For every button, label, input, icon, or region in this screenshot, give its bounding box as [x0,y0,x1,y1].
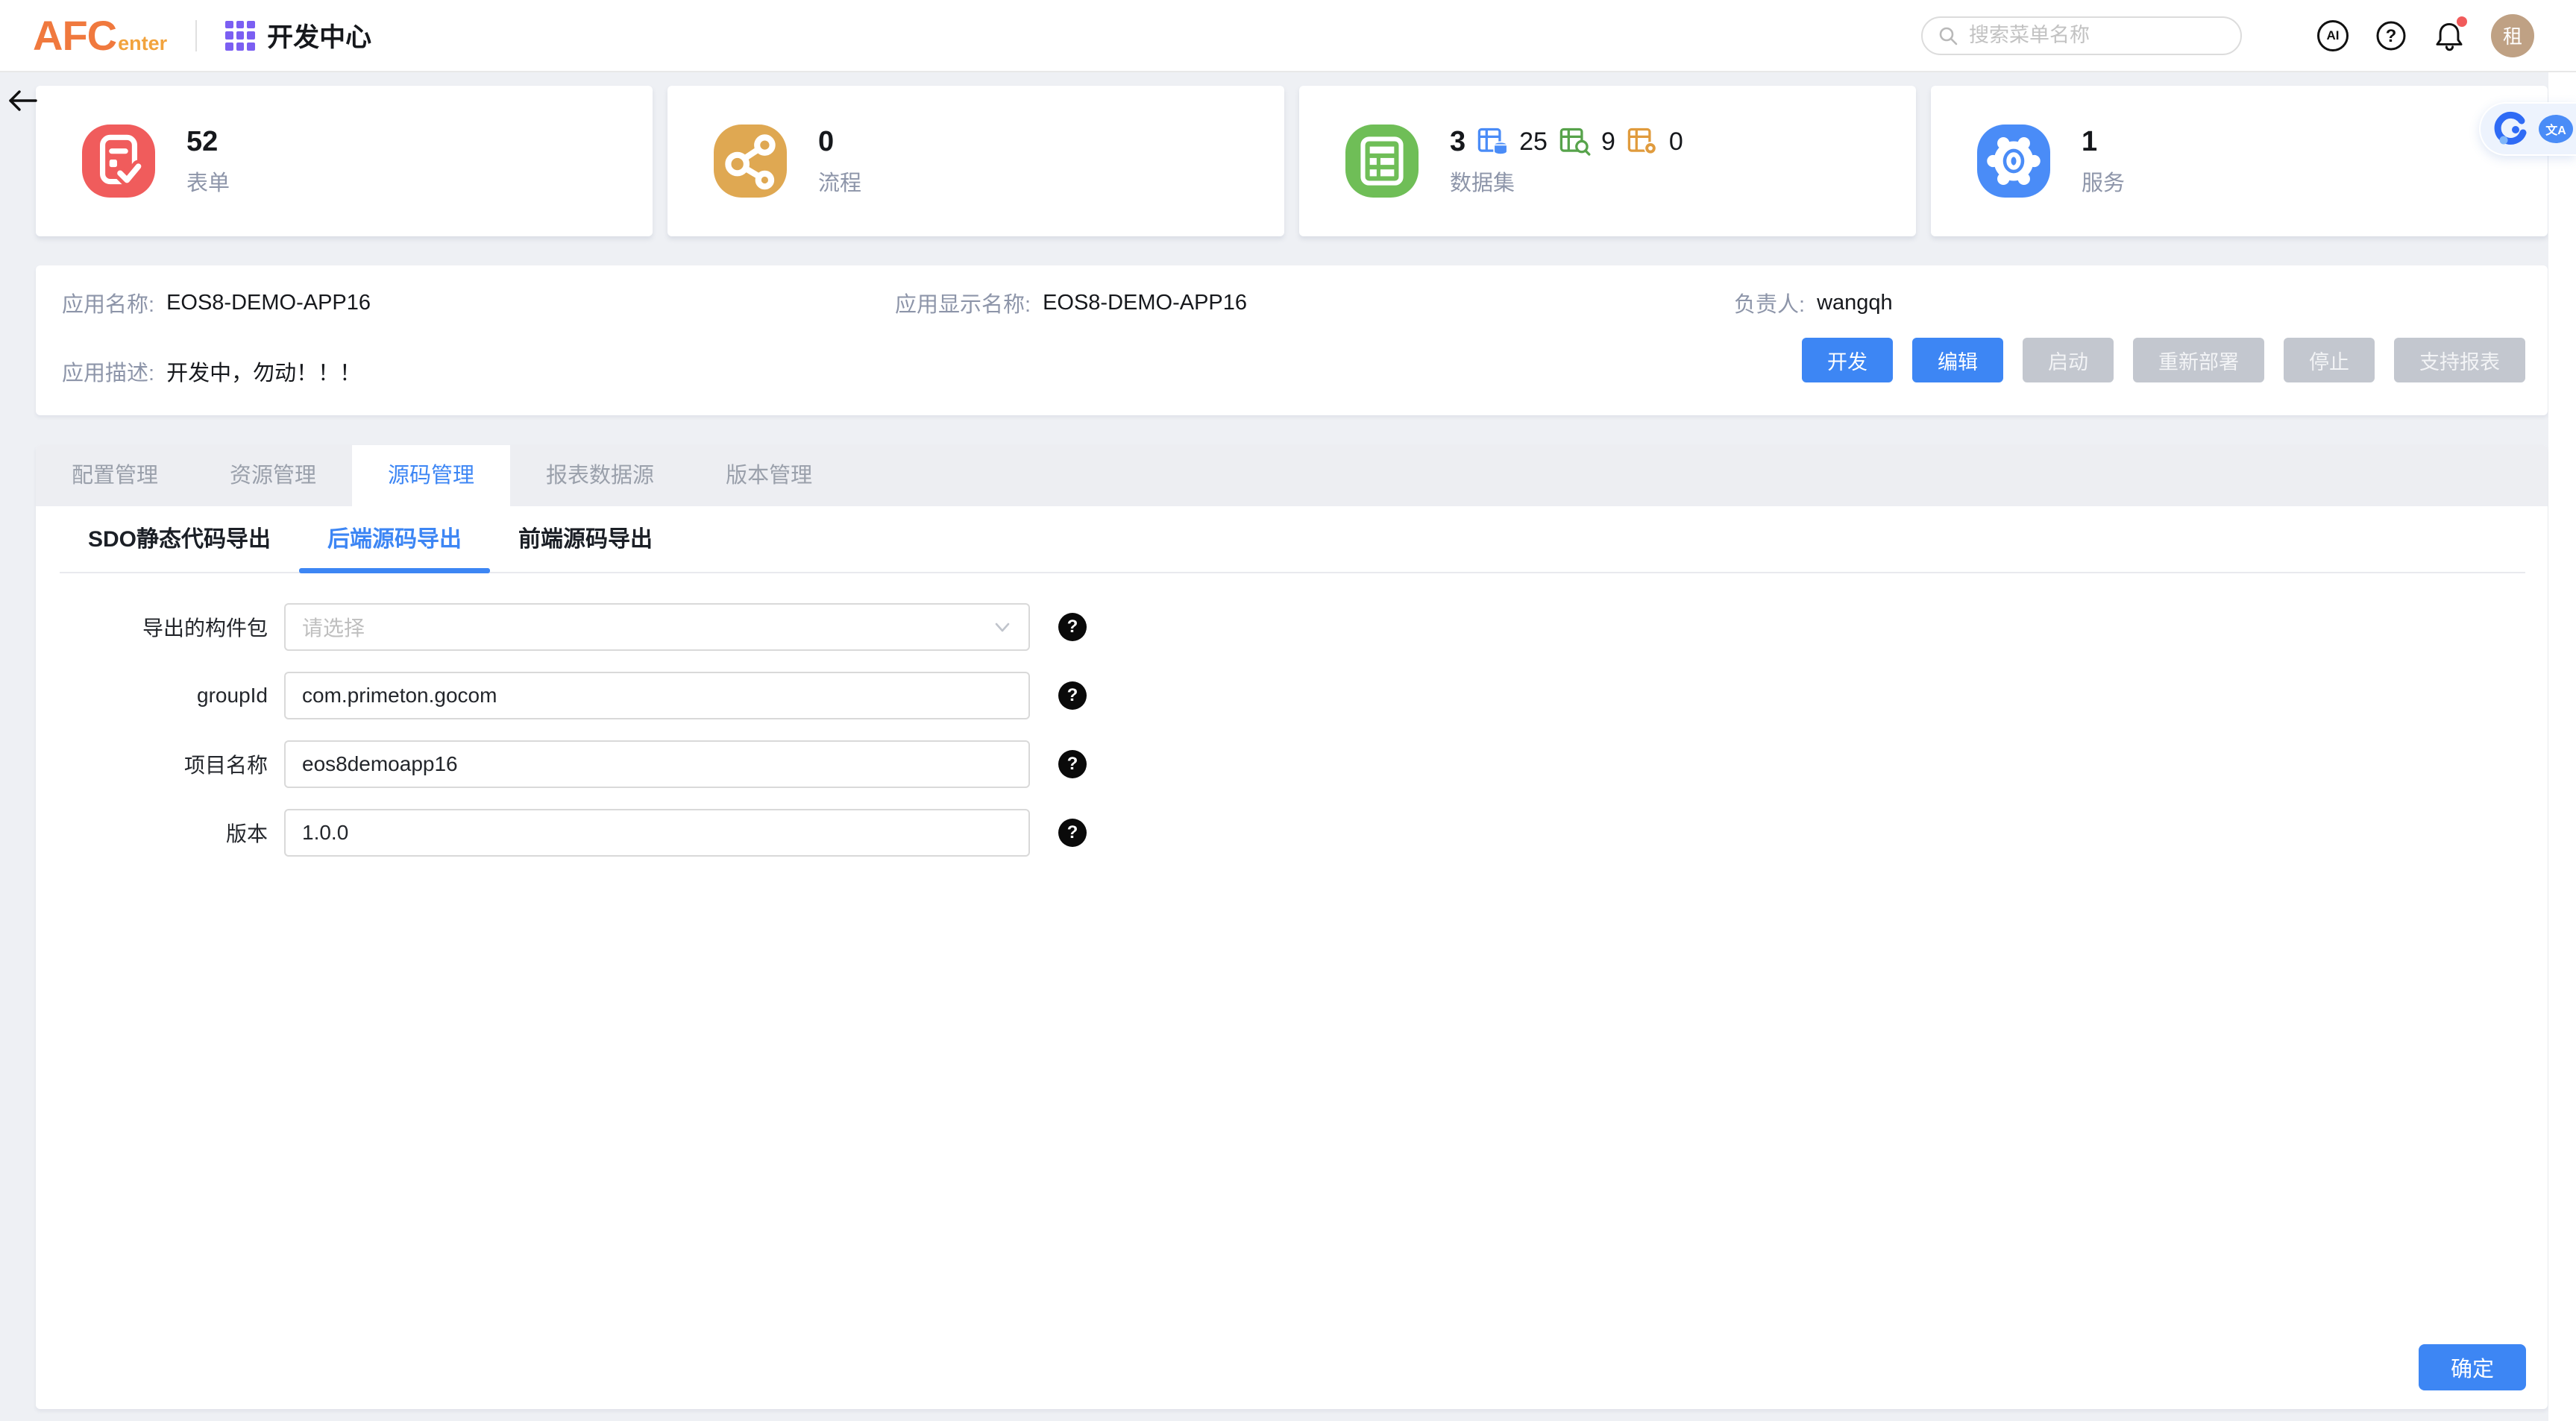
stat-card-processes[interactable]: 0 流程 [667,86,1284,236]
project-name-input[interactable] [302,752,1012,776]
redeploy-button[interactable]: 重新部署 [2133,338,2264,382]
package-select-row: 导出的构件包 请选择 ? [36,603,2548,651]
datasets-sub-count-3: 0 [1669,127,1683,157]
datasets-label: 数据集 [1450,166,1683,197]
backend-export-form: 导出的构件包 请选择 ? groupId ? 项目名称 ? 版本 [36,603,2548,857]
package-help-icon[interactable]: ? [1058,613,1087,641]
logo-sub-text: enter [118,32,167,55]
version-help-icon[interactable]: ? [1058,819,1087,847]
groupid-help-icon[interactable]: ? [1058,681,1087,710]
page-title: 开发中心 [267,16,371,54]
stat-cards-row: 52 表单 0 流程 [36,86,2548,236]
forms-label: 表单 [186,166,230,197]
version-label: 版本 [36,818,268,848]
chevron-down-icon [993,617,1012,637]
support-report-button[interactable]: 支持报表 [2394,338,2525,382]
subtab-frontend-export[interactable]: 前端源码导出 [490,506,681,572]
dataset-db-table-icon [1476,125,1509,158]
app-name-label: 应用名称: [62,287,154,318]
translate-icon[interactable]: 文A [2539,115,2573,143]
confirm-button[interactable]: 确定 [2419,1344,2526,1390]
datasets-sub-count-1: 25 [1519,127,1548,157]
groupid-label: groupId [36,684,268,708]
package-select-label: 导出的构件包 [36,612,268,642]
service-gear-icon [1977,125,2050,198]
header-divider [195,20,197,51]
app-desc-value: 开发中，勿动！！！ [166,356,361,387]
app-owner-value: wangqh [1817,291,1893,315]
ai-assistant-icon[interactable]: AI [2316,19,2349,52]
menu-search-box[interactable] [1921,16,2242,55]
tab-source-management[interactable]: 源码管理 [352,445,510,506]
process-share-icon [714,125,787,198]
app-name-value: EOS8-DEMO-APP16 [166,291,371,315]
app-header: AFC enter 开发中心 AI ? [0,0,2576,72]
app-name-pair: 应用名称: EOS8-DEMO-APP16 [62,289,371,316]
floating-assistant-widget[interactable]: 文A [2479,102,2576,156]
subtab-sdo-static-export[interactable]: SDO静态代码导出 [60,506,299,572]
logo-main-text: AFC [33,11,116,60]
notification-badge [2457,16,2467,27]
package-select[interactable]: 请选择 [284,603,1030,651]
processes-count: 0 [818,126,861,158]
form-doc-check-icon [82,125,155,198]
dataset-table-icon [1345,125,1419,198]
search-input[interactable] [1969,24,2225,47]
app-desc-label: 应用描述: [62,356,154,387]
notification-bell-icon[interactable] [2433,19,2466,52]
forms-count: 52 [186,126,230,158]
tab-version-management[interactable]: 版本管理 [690,445,848,506]
back-arrow-icon[interactable] [6,84,39,117]
processes-label: 流程 [818,166,861,197]
tab-config-management[interactable]: 配置管理 [36,445,194,506]
stop-button[interactable]: 停止 [2284,338,2375,382]
search-icon [1938,25,1958,46]
user-avatar[interactable]: 租 [2491,14,2534,57]
version-input[interactable] [302,821,1012,845]
source-subtabs: SDO静态代码导出 后端源码导出 前端源码导出 [60,506,2525,573]
start-button[interactable]: 启动 [2023,338,2114,382]
assistant-logo-icon [2492,111,2528,147]
main-content-panel: 配置管理 资源管理 源码管理 报表数据源 版本管理 SDO静态代码导出 后端源码… [36,445,2548,1409]
subtab-backend-export[interactable]: 后端源码导出 [299,506,490,572]
edit-button[interactable]: 编辑 [1912,338,2003,382]
stat-card-services[interactable]: 1 服务 [1931,86,2548,236]
app-action-buttons: 开发 编辑 启动 重新部署 停止 支持报表 [1802,338,2525,382]
app-display-name-label: 应用显示名称: [895,287,1031,318]
project-name-row: 项目名称 ? [36,740,2548,788]
scrollbar-track[interactable] [2548,72,2576,1421]
project-name-label: 项目名称 [36,749,268,779]
main-tabs: 配置管理 资源管理 源码管理 报表数据源 版本管理 [36,445,2548,506]
waffle-menu-icon[interactable] [225,21,255,51]
version-row: 版本 ? [36,809,2548,857]
groupid-input[interactable] [302,684,1012,708]
help-icon[interactable]: ? [2375,19,2407,52]
services-label: 服务 [2082,166,2125,197]
datasets-sub-count-2: 9 [1601,127,1615,157]
app-owner-label: 负责人: [1734,287,1805,318]
app-display-name-pair: 应用显示名称: EOS8-DEMO-APP16 [895,289,1247,316]
app-owner-pair: 负责人: wangqh [1734,289,1893,316]
project-name-help-icon[interactable]: ? [1058,750,1087,778]
app-info-panel: 应用名称: EOS8-DEMO-APP16 应用显示名称: EOS8-DEMO-… [36,265,2548,415]
svg-text:?: ? [2386,26,2397,46]
tab-report-datasource[interactable]: 报表数据源 [510,445,690,506]
afcenter-logo[interactable]: AFC enter [33,11,167,60]
services-count: 1 [2082,126,2125,158]
app-desc-pair: 应用描述: 开发中，勿动！！！ [62,358,361,385]
dataset-search-table-icon [1558,125,1591,158]
datasets-count: 3 [1450,126,1466,158]
stat-card-datasets[interactable]: 3 25 9 [1299,86,1916,236]
groupid-row: groupId ? [36,672,2548,719]
app-display-name-value: EOS8-DEMO-APP16 [1043,291,1247,315]
dataset-gear-table-icon [1626,125,1659,158]
tab-resource-management[interactable]: 资源管理 [194,445,352,506]
develop-button[interactable]: 开发 [1802,338,1893,382]
package-select-placeholder: 请选择 [302,612,993,642]
stat-card-forms[interactable]: 52 表单 [36,86,653,236]
